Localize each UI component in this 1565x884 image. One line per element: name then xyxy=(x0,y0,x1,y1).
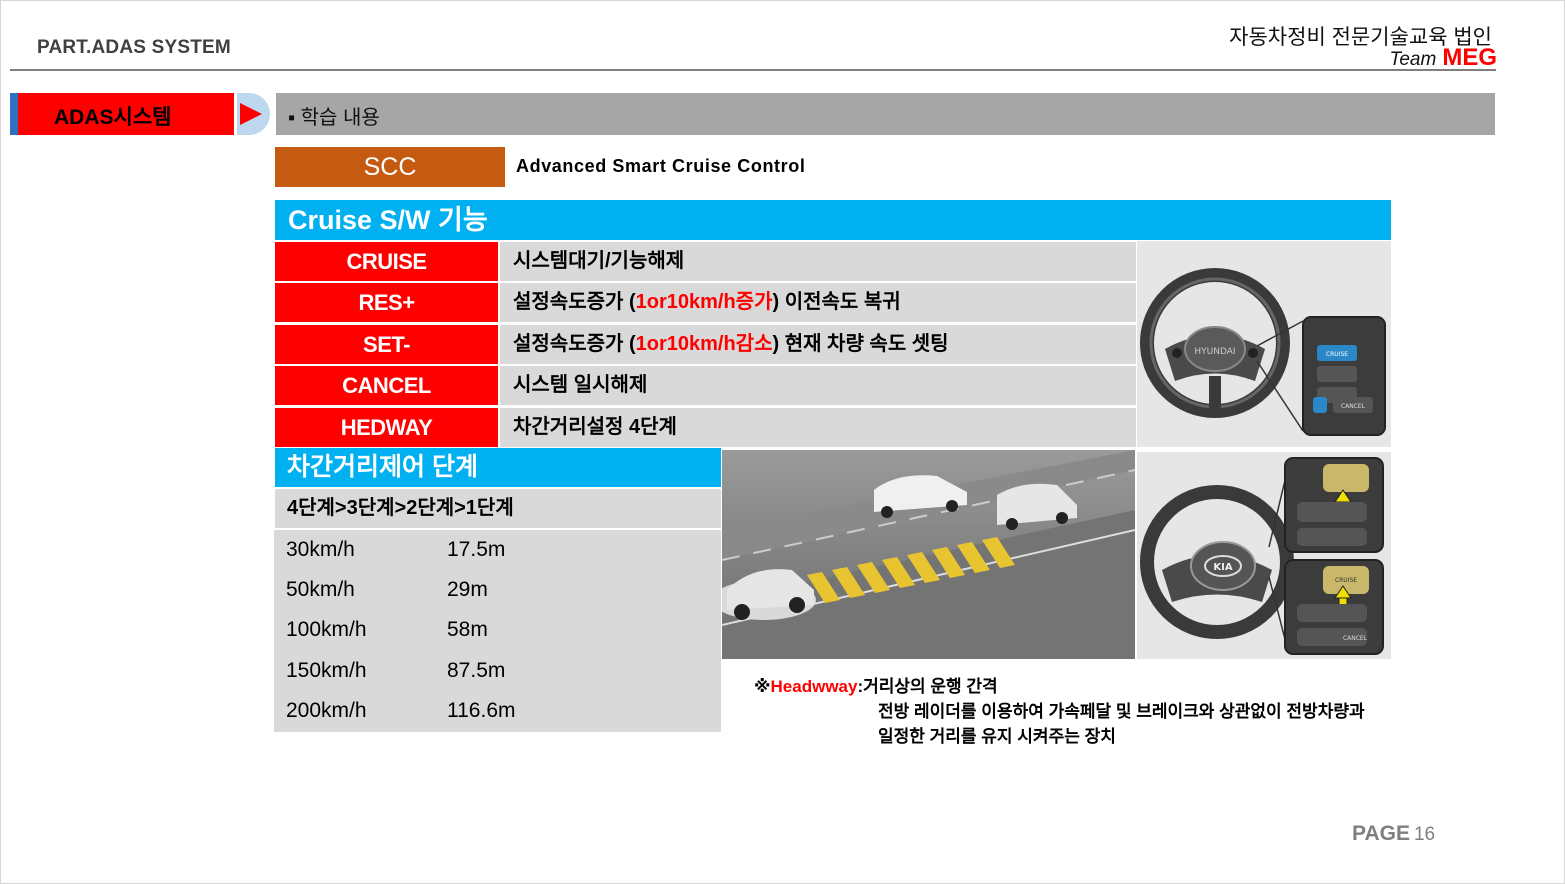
hedway-row-desc-text: 차간거리설정 4단계 xyxy=(513,416,677,438)
res-desc-a: 설정속도증가 ( xyxy=(513,291,636,313)
cruise-row-desc-text: 시스템대기/기능해제 xyxy=(513,250,685,272)
kia-steering-wheel-image: KIA CRUISE CANCEL xyxy=(1137,452,1391,659)
hyundai-cruise-button-text: CRUISE xyxy=(1326,351,1348,358)
kia-logo-text: KIA xyxy=(1213,562,1232,573)
table-row: 200km/h 116.6m xyxy=(274,691,721,731)
set-desc-b: ) 현재 차량 속도 셋팅 xyxy=(772,333,949,355)
table-row: 150km/h 87.5m xyxy=(274,651,721,691)
distance-control-title: 차간거리제어 단계 xyxy=(275,448,721,487)
learning-content-bar: ▪ 학습 내용 xyxy=(276,93,1495,135)
cancel-row-desc: 시스템 일시해제 xyxy=(500,366,1136,405)
kia-cruise-button-text: CRUISE xyxy=(1335,577,1357,584)
res-row-label: RES+ xyxy=(275,283,498,322)
cancel-row-desc-text: 시스템 일시해제 xyxy=(513,374,648,396)
distance-cell: 116.6m xyxy=(447,699,516,722)
scc-description: Advanced Smart Cruise Control xyxy=(516,156,806,176)
table-row: 50km/h 29m xyxy=(274,570,721,610)
page-num: 16 xyxy=(1413,824,1436,845)
table-row: 100km/h 58m xyxy=(274,610,721,650)
set-desc-a: 설정속도증가 ( xyxy=(513,333,636,355)
section-tab-label: ADAS시스템 xyxy=(54,106,172,129)
team-name: MEG xyxy=(1442,44,1497,71)
hedway-row-desc: 차간거리설정 4단계 xyxy=(500,408,1136,447)
distance-cell: 58m xyxy=(447,618,488,641)
set-row-label: SET- xyxy=(275,325,498,364)
note-line2: 전방 레이더를 이용하여 가속페달 및 브레이크와 상관없이 전방차량과 xyxy=(878,702,1365,721)
section-tab: ADAS시스템 xyxy=(10,93,234,135)
headway-note: ※Headwway:거리상의 운행 간격 전방 레이더를 이용하여 가속페달 및… xyxy=(754,674,1365,749)
hyundai-logo-text: HYUNDAI xyxy=(1194,347,1235,357)
note-term: Headwway xyxy=(770,677,858,696)
note-line1: :거리상의 운행 간격 xyxy=(857,677,998,696)
scc-label: SCC xyxy=(275,147,505,187)
team-label: Team MEG xyxy=(1390,44,1498,72)
cruise-sw-title-text: Cruise S/W 기능 xyxy=(288,205,488,235)
hyundai-cancel-button-text: CANCEL xyxy=(1341,403,1366,410)
res-desc-red: 1or10km/h증가 xyxy=(635,291,773,313)
hedway-row-label: HEDWAY xyxy=(275,408,498,447)
distance-cell: 29m xyxy=(447,578,488,601)
section-tab-accent xyxy=(10,93,18,135)
speed-cell: 150km/h xyxy=(286,659,367,682)
header-divider xyxy=(10,69,1496,71)
road-headway-image xyxy=(722,450,1135,659)
page-label: PAGE xyxy=(1352,822,1410,845)
distance-control-title-text: 차간거리제어 단계 xyxy=(287,453,478,481)
speed-cell: 50km/h xyxy=(286,578,355,601)
res-desc-b: ) 이전속도 복귀 xyxy=(772,291,901,313)
note-mark: ※ xyxy=(754,677,771,696)
set-desc-red: 1or10km/h감소 xyxy=(635,333,773,355)
set-row-desc: 설정속도증가 (1or10km/h감소) 현재 차량 속도 셋팅 xyxy=(500,325,1136,364)
team-prefix: Team xyxy=(1389,49,1437,70)
distance-steps-text: 4단계>3단계>2단계>1단계 xyxy=(287,497,514,519)
part-title: PART.ADAS SYSTEM xyxy=(37,37,231,58)
kia-cancel-button-text: CANCEL xyxy=(1343,635,1368,642)
speed-cell: 200km/h xyxy=(286,699,367,722)
distance-table: 30km/h 17.5m 50km/h 29m 100km/h 58m 150k… xyxy=(274,530,721,732)
res-row-desc: 설정속도증가 (1or10km/h증가) 이전속도 복귀 xyxy=(500,283,1136,322)
hyundai-steering-wheel-image: HYUNDAI CRUISE CANCEL xyxy=(1137,241,1391,447)
page-number: PAGE 16 xyxy=(1352,822,1435,846)
table-row: 30km/h 17.5m xyxy=(274,530,721,570)
cruise-row-desc: 시스템대기/기능해제 xyxy=(500,242,1136,281)
learning-content-label: ▪ 학습 내용 xyxy=(288,107,380,129)
speed-cell: 100km/h xyxy=(286,618,367,641)
distance-cell: 87.5m xyxy=(447,659,506,682)
distance-steps: 4단계>3단계>2단계>1단계 xyxy=(275,489,721,528)
cruise-sw-title: Cruise S/W 기능 xyxy=(275,200,1391,240)
note-line3: 일정한 거리를 유지 시켜주는 장치 xyxy=(878,727,1116,746)
distance-cell: 17.5m xyxy=(447,538,506,561)
cancel-row-label: CANCEL xyxy=(275,366,498,405)
speed-cell: 30km/h xyxy=(286,538,355,561)
cruise-row-label: CRUISE xyxy=(275,242,498,281)
